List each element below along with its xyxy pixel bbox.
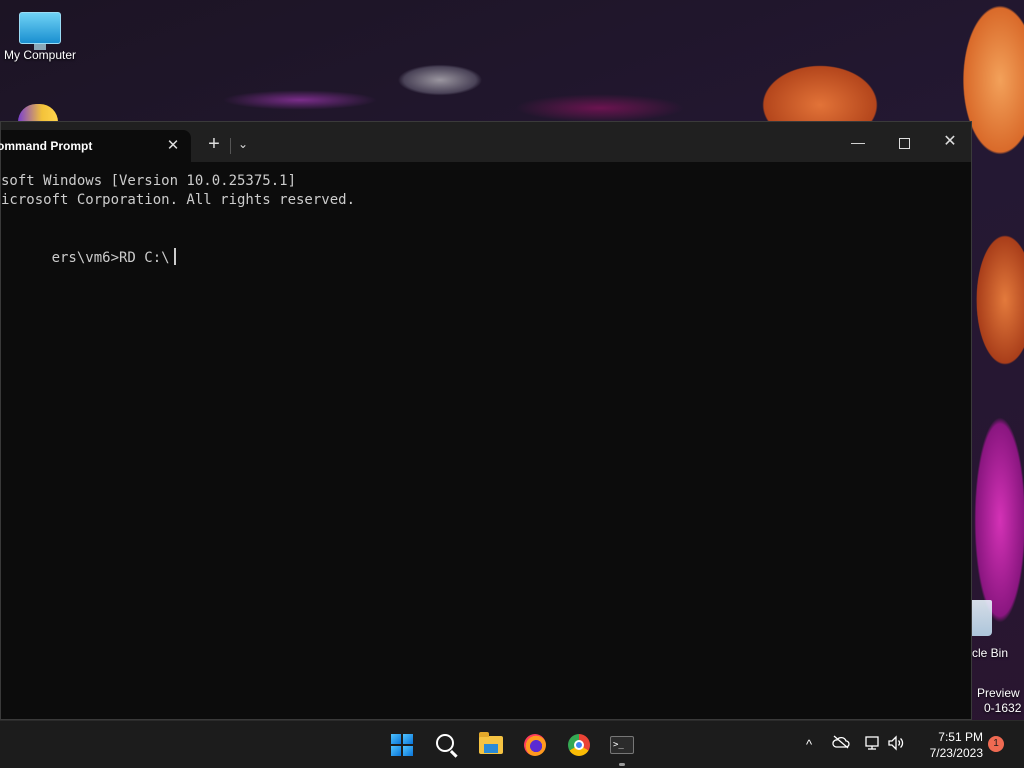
tab-title: ommand Prompt (0, 139, 93, 153)
text-cursor (173, 248, 176, 265)
recycle-bin-label: cle Bin (972, 646, 1009, 660)
watermark-preview: Preview (977, 686, 1020, 700)
close-button[interactable]: ✕ (927, 126, 973, 158)
notification-badge[interactable]: 1 (988, 736, 1004, 752)
desktop-icon-label: My Computer (3, 48, 77, 62)
show-hidden-icons-chevron-icon[interactable]: ^ (799, 735, 819, 755)
console-prompt-line[interactable]: ers\vm6>RD C:\ (1, 229, 176, 287)
desktop-icon-my-computer[interactable]: My Computer (0, 12, 80, 62)
folder-icon (479, 732, 503, 754)
taskbar-clock[interactable]: 7:51 PM 7/23/2023 (915, 729, 983, 761)
active-app-indicator (619, 763, 625, 766)
tab-divider (230, 138, 231, 154)
search-button[interactable] (431, 729, 463, 761)
volume-icon[interactable] (886, 735, 906, 755)
clock-time: 7:51 PM (938, 730, 983, 744)
watermark-build: 0-1632 (984, 701, 1022, 715)
terminal-button[interactable]: >_ (606, 729, 638, 761)
console-command: ers\vm6>RD C:\ (51, 250, 170, 266)
network-icon[interactable] (862, 735, 882, 755)
windows-logo-icon (391, 734, 413, 756)
firefox-button[interactable] (519, 729, 551, 761)
tab-dropdown-button[interactable]: ⌄ (233, 132, 253, 156)
console-output[interactable]: soft Windows [Version 10.0.25375.1] icro… (1, 170, 971, 719)
terminal-titlebar[interactable]: ommand Prompt ✕ + ⌄ — ✕ (0, 122, 973, 162)
computer-icon (19, 12, 61, 50)
terminal-icon: >_ (610, 736, 634, 754)
maximize-icon (898, 137, 910, 149)
console-line: soft Windows [Version 10.0.25375.1] (1, 173, 297, 189)
console-line: icrosoft Corporation. All rights reserve… (1, 192, 356, 208)
tab-command-prompt[interactable]: ommand Prompt ✕ (0, 130, 191, 162)
firefox-icon (524, 734, 546, 756)
file-explorer-button[interactable] (475, 729, 507, 761)
chrome-icon (568, 734, 590, 756)
new-tab-button[interactable]: + (203, 132, 225, 156)
onedrive-offline-icon[interactable] (831, 735, 851, 755)
chrome-button[interactable] (563, 729, 595, 761)
terminal-window[interactable]: ommand Prompt ✕ + ⌄ — ✕ soft Windows [Ve… (0, 121, 972, 720)
clock-date: 7/23/2023 (929, 746, 983, 760)
tab-close-icon[interactable]: ✕ (165, 130, 181, 162)
start-button[interactable] (386, 729, 418, 761)
minimize-button[interactable]: — (835, 126, 881, 158)
taskbar: >_ ^ 7:51 PM 7/23/2023 1 (0, 720, 1024, 768)
maximize-button[interactable] (881, 126, 927, 158)
search-icon (436, 734, 454, 752)
